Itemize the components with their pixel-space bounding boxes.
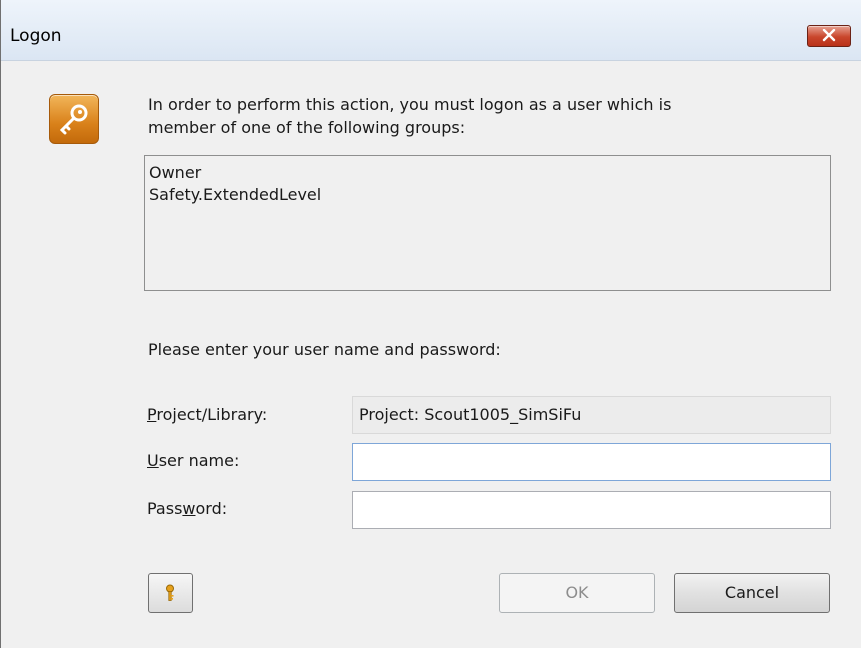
project-library-field: Project: Scout1005_SimSiFu bbox=[352, 396, 831, 434]
group-item: Owner bbox=[149, 163, 202, 182]
groups-list: Owner Safety.ExtendedLevel bbox=[144, 155, 831, 291]
password-label-pre: Pass bbox=[147, 499, 183, 518]
key-button[interactable] bbox=[148, 573, 193, 613]
credentials-prompt: Please enter your user name and password… bbox=[148, 340, 501, 359]
password-label-accel: w bbox=[182, 499, 196, 518]
cancel-button[interactable]: Cancel bbox=[674, 573, 830, 613]
user-label-accel: U bbox=[147, 451, 159, 470]
key-small-icon bbox=[166, 584, 174, 601]
title-bar: Logon bbox=[1, 0, 861, 61]
project-label-accel: P bbox=[147, 405, 157, 424]
password-label: Password: bbox=[147, 499, 227, 518]
ok-button[interactable]: OK bbox=[499, 573, 655, 613]
info-message: In order to perform this action, you mus… bbox=[148, 93, 838, 139]
user-name-input[interactable] bbox=[352, 443, 831, 481]
key-icon bbox=[49, 94, 99, 144]
group-item: Safety.ExtendedLevel bbox=[149, 185, 322, 204]
close-button[interactable] bbox=[807, 25, 851, 47]
message-line-2: member of one of the following groups: bbox=[148, 118, 466, 137]
project-label-rest: roject/Library: bbox=[156, 405, 268, 424]
password-input[interactable] bbox=[352, 491, 831, 529]
window-title: Logon bbox=[10, 26, 62, 46]
logon-dialog: Logon In order to perform this action, y… bbox=[0, 0, 861, 648]
password-label-rest: ord: bbox=[195, 499, 228, 518]
project-library-label: Project/Library: bbox=[147, 405, 267, 424]
close-icon bbox=[822, 29, 836, 42]
user-name-label: User name: bbox=[147, 451, 239, 470]
message-line-1: In order to perform this action, you mus… bbox=[148, 95, 672, 114]
user-label-rest: ser name: bbox=[158, 451, 240, 470]
